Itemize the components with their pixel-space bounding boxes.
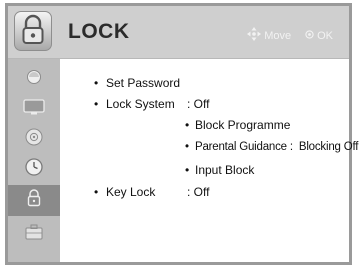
bullet: •	[185, 141, 189, 153]
picture-icon	[23, 68, 45, 91]
bullet: •	[94, 185, 99, 199]
sidebar-item-option[interactable]	[8, 220, 60, 248]
menu-item-label: Parental Guidance :	[195, 141, 293, 153]
sidebar-item-lock[interactable]	[8, 185, 60, 216]
lock-system-value: : Off	[187, 97, 210, 111]
menu-content: • Set Password • Lock System : Off • Block …	[68, 59, 358, 259]
audio-disc-icon	[24, 127, 44, 152]
menu-item-block-programme[interactable]: • Block Programme	[185, 118, 290, 132]
bullet: •	[94, 97, 99, 111]
menu-item-label: Block Programme	[195, 118, 291, 132]
menu-item-lock-system[interactable]: • Lock System : Off	[94, 97, 209, 111]
menu-item-key-lock[interactable]: • Key Lock : Off	[94, 185, 209, 199]
move-arrows-icon	[247, 27, 262, 44]
menu-item-label: Key Lock	[106, 185, 156, 199]
menu-item-set-password[interactable]: • Set Password	[94, 76, 180, 90]
bullet: •	[185, 163, 190, 177]
bullet: •	[185, 118, 190, 132]
bullet: •	[94, 76, 99, 90]
key-lock-value: : Off	[187, 185, 210, 199]
lock-menu-window: LOCK Move OK • Set Password • Lock Syste…	[5, 3, 358, 265]
sidebar-item-audio[interactable]	[8, 125, 60, 153]
ok-hint-label: OK	[317, 29, 333, 42]
option-icon	[24, 223, 44, 246]
menu-item-label: Input Block	[195, 163, 255, 177]
sidebar-item-screen[interactable]	[8, 95, 60, 123]
menu-item-label: Set Password	[106, 76, 181, 90]
clock-icon	[24, 157, 44, 182]
menu-item-input-block[interactable]: • Input Block	[185, 163, 254, 177]
category-sidebar	[8, 59, 60, 262]
menu-item-label: Lock System	[106, 97, 175, 111]
sidebar-item-picture[interactable]	[8, 65, 60, 93]
lock-icon	[14, 11, 52, 51]
menu-header: LOCK Move OK	[8, 6, 349, 59]
page-title: LOCK	[68, 20, 130, 43]
sidebar-item-time[interactable]	[8, 155, 60, 183]
lock-icon	[26, 188, 42, 213]
navigation-hint: Move OK	[247, 27, 333, 44]
move-hint-label: Move	[264, 29, 292, 42]
menu-item-parental-guidance[interactable]: • Parental Guidance : Blocking Off	[185, 141, 358, 153]
ok-button-icon	[305, 29, 314, 42]
screen-icon	[22, 98, 46, 121]
parental-guidance-value: Blocking Off	[298, 141, 359, 153]
